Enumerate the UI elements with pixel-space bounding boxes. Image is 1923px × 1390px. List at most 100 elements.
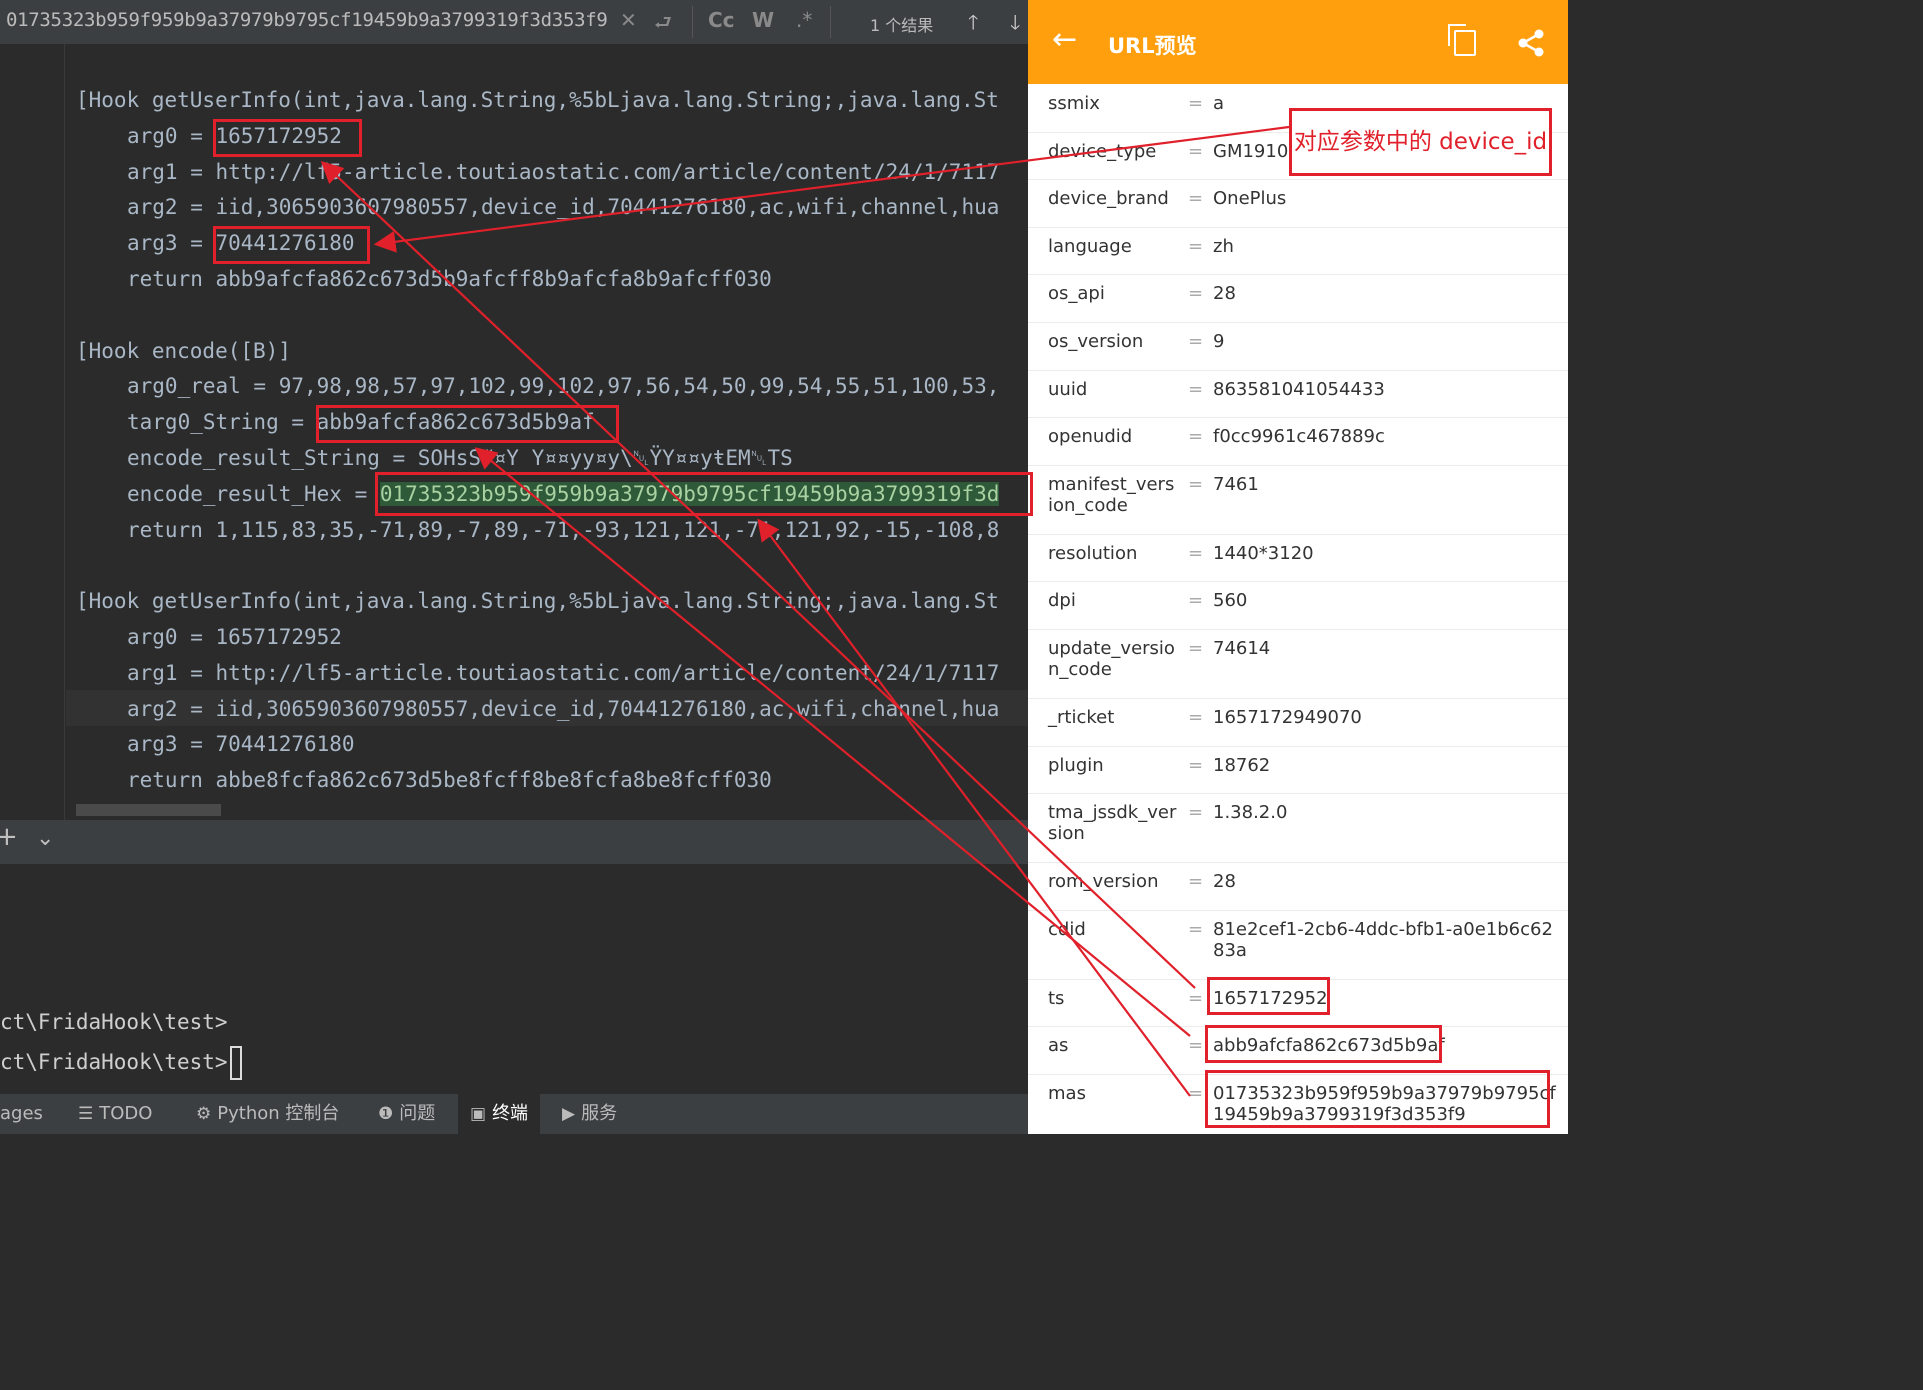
regex-icon[interactable]: .*	[796, 8, 812, 32]
equals-sign: =	[1188, 590, 1204, 612]
terminal-icon: ▣	[470, 1104, 487, 1124]
code-line: arg0_real = 97,98,98,57,97,102,99,102,97…	[127, 374, 1000, 399]
param-row: update_version_code = 74614	[1028, 629, 1568, 699]
search-input[interactable]: 01735323b959f959b9a37979b9795cf19459b9a3…	[6, 9, 608, 31]
param-value: 9	[1213, 331, 1225, 352]
arrow-down-icon[interactable]: 🡓	[1010, 8, 1020, 42]
param-row: ts = 1657172952	[1028, 979, 1568, 1028]
param-row: os_api = 28	[1028, 274, 1568, 323]
param-key: tma_jssdk_version	[1048, 802, 1177, 845]
tool-tab-python-console[interactable]: ⚙ Python 控制台	[196, 1094, 339, 1134]
equals-sign: =	[1188, 918, 1204, 940]
param-value: 1440*3120	[1213, 542, 1314, 564]
annotation-label: 对应参数中的 device_id	[1289, 108, 1552, 176]
param-row: dpi = 560	[1028, 581, 1568, 630]
param-row: as = abb9afcfa862c673d5b9af	[1028, 1026, 1568, 1075]
code-line: return abbe8fcfa862c673d5be8fcff8be8fcfa…	[127, 768, 772, 793]
clear-icon[interactable]: ✕	[620, 8, 637, 32]
find-bar: 01735323b959f959b9a37979b9795cf19459b9a3…	[0, 0, 1028, 45]
param-key: uuid	[1048, 378, 1088, 400]
param-key: language	[1048, 235, 1132, 257]
code-line: arg3 = 70441276180	[127, 231, 355, 256]
param-row: uuid = 863581041054433	[1028, 370, 1568, 419]
equals-sign: =	[1188, 638, 1204, 659]
add-tab-icon[interactable]: +	[0, 822, 18, 852]
param-key: plugin	[1048, 754, 1104, 776]
param-row: openudid = f0cc9961c467889c	[1028, 417, 1568, 466]
param-row: rom_version = 28	[1028, 862, 1568, 911]
param-key: ssmix	[1048, 93, 1100, 114]
param-value: 18762	[1213, 754, 1271, 776]
copy-icon[interactable]	[1448, 24, 1476, 56]
equals-sign: =	[1188, 707, 1204, 728]
param-row: cdid = 81e2cef1-2cb6-4ddc-bfb1-a0e1b6c6283…	[1028, 910, 1568, 980]
code-line: arg0 = 1657172952	[127, 625, 342, 649]
param-value: abb9afcfa862c673d5b9af	[1213, 1035, 1445, 1057]
text-cursor	[229, 1046, 242, 1080]
terminal[interactable]: ct\FridaHook\test> ct\FridaHook\test>	[0, 864, 1028, 1094]
terminal-line: ct\FridaHook\test>	[0, 1010, 228, 1034]
param-value: 7461	[1213, 473, 1259, 495]
param-value: zh	[1213, 235, 1234, 257]
param-key: as	[1048, 1035, 1069, 1057]
match-case-icon[interactable]: Cc	[708, 8, 735, 32]
selected-match: 01735323b959f959b9a37979b9795cf19459b9a3…	[379, 481, 1000, 506]
equals-sign: =	[1188, 140, 1204, 162]
back-arrow-icon[interactable]: ←	[1052, 22, 1077, 57]
param-row: device_brand = OnePlus	[1028, 179, 1568, 228]
equals-sign: =	[1188, 1035, 1204, 1057]
param-key: resolution	[1048, 542, 1138, 564]
equals-sign: =	[1188, 871, 1204, 893]
param-key: _rticket	[1048, 707, 1115, 728]
code-line: arg2 = iid,3065903607980557,device_id,70…	[127, 696, 1000, 721]
param-row: tma_jssdk_version = 1.38.2.0	[1028, 793, 1568, 864]
param-value: OnePlus	[1213, 188, 1287, 210]
equals-sign: =	[1188, 754, 1204, 776]
horizontal-scrollbar[interactable]	[76, 804, 221, 816]
param-key: manifest_version_code	[1048, 473, 1175, 516]
chevron-down-icon[interactable]: ⌄	[36, 826, 54, 851]
code-line: [Hook getUserInfo(int,java.lang.String,%…	[76, 589, 999, 614]
param-key: device_type	[1048, 140, 1157, 162]
param-key: openudid	[1048, 426, 1133, 448]
arrow-up-icon[interactable]: 🡑	[968, 8, 978, 42]
tool-tab-problems[interactable]: ❶ 问题	[378, 1094, 435, 1134]
whole-word-icon[interactable]: W	[752, 8, 774, 32]
tool-tab-services[interactable]: ▶ 服务	[562, 1094, 617, 1134]
code-editor[interactable]: [Hook getUserInfo(int,java.lang.String,%…	[0, 44, 1028, 820]
equals-sign: =	[1188, 987, 1204, 1009]
tool-tab-todo[interactable]: ☰ TODO	[78, 1094, 152, 1134]
param-key: rom_version	[1048, 871, 1159, 893]
param-value: 1657172949070	[1213, 707, 1362, 728]
terminal-prompt[interactable]: ct\FridaHook\test>	[0, 1046, 242, 1080]
param-key: os_version	[1048, 331, 1144, 352]
share-icon[interactable]	[1516, 28, 1546, 58]
param-key: cdid	[1048, 918, 1086, 940]
param-key: mas	[1048, 1083, 1086, 1104]
code-line: return abb9afcfa862c673d5b9afcff8b9afcfa…	[127, 267, 772, 291]
code-line: arg0 = 1657172952	[127, 123, 342, 148]
param-value: f0cc9961c467889c	[1213, 426, 1385, 448]
play-icon: ▶	[562, 1104, 576, 1124]
equals-sign: =	[1188, 93, 1204, 114]
param-row: _rticket = 1657172949070	[1028, 698, 1568, 747]
page-title: URL预览	[1108, 34, 1197, 58]
equals-sign: =	[1188, 802, 1204, 824]
terminal-toolbar: + ⌄	[0, 820, 1028, 864]
equals-sign: =	[1188, 542, 1204, 564]
param-value: 28	[1213, 871, 1236, 893]
tool-tab-terminal[interactable]: ▣ 终端	[458, 1094, 541, 1134]
equals-sign: =	[1188, 378, 1204, 400]
ide-pane: 01735323b959f959b9a37979b9795cf19459b9a3…	[0, 0, 1028, 1134]
param-value: 01735323b959f959b9a37979b9795cf19459b9a3…	[1213, 1083, 1556, 1125]
param-value: 28	[1213, 283, 1236, 305]
replace-icon[interactable]: ⮐	[654, 8, 672, 42]
equals-sign: =	[1188, 473, 1204, 495]
code-line: arg1 = http://lf5-article.toutiaostatic.…	[127, 159, 1000, 184]
param-row: mas = 01735323b959f959b9a37979b9795cf19459…	[1028, 1074, 1568, 1134]
code-line: encode_result_String = SOHsS#¤Y Y¤¤yy¤y\…	[127, 446, 793, 470]
tool-tab-packages[interactable]: ages	[0, 1094, 43, 1134]
param-row: language = zh	[1028, 227, 1568, 276]
equals-sign: =	[1188, 283, 1204, 305]
param-key: device_brand	[1048, 188, 1169, 210]
